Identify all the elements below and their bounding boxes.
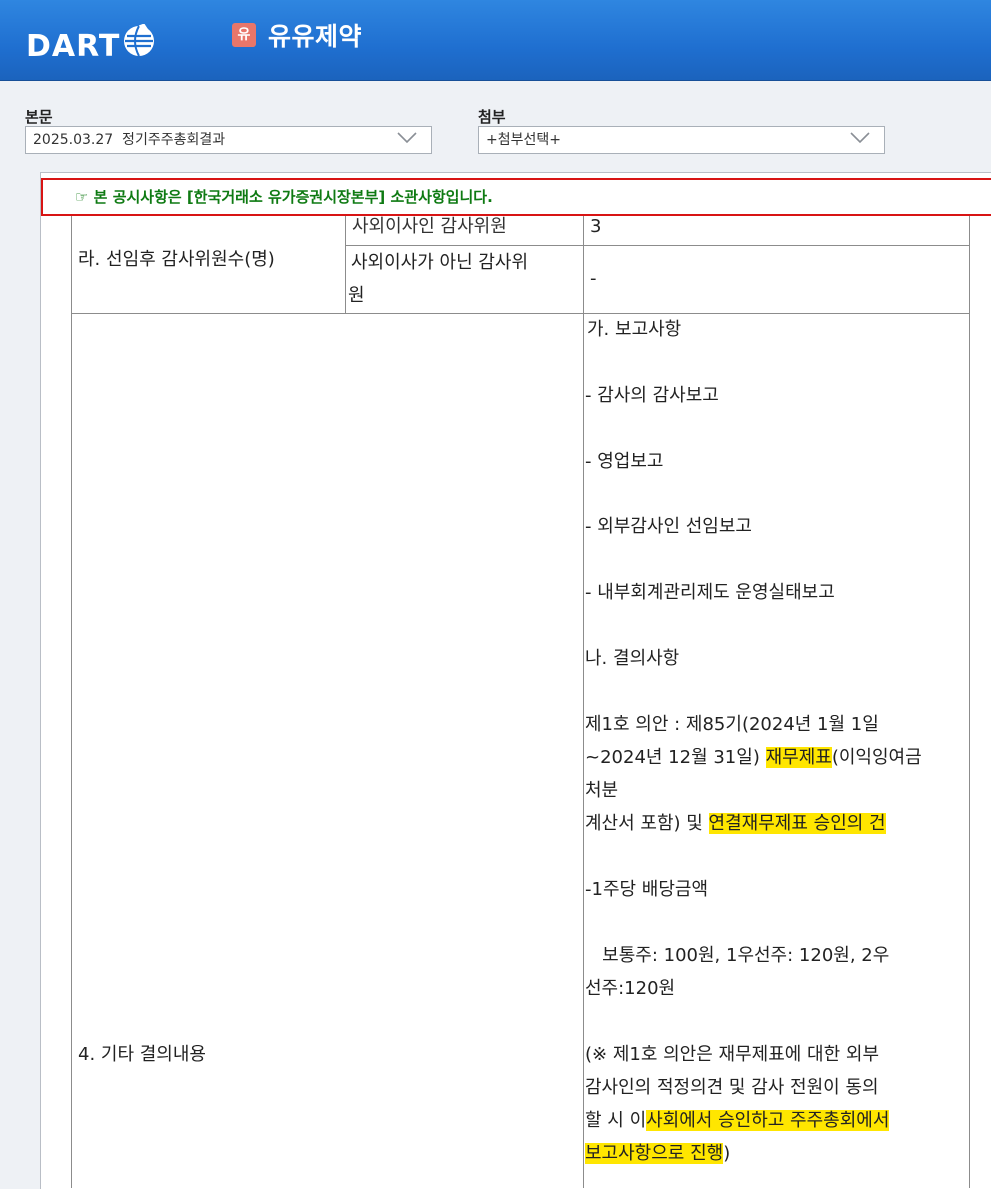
attach-select-value: +첨부선택+ (486, 132, 561, 148)
company-name[interactable]: 유유제약 (268, 17, 362, 53)
content-line: 감사인의 적정의견 및 감사 전원이 동의 (585, 1077, 879, 1098)
main-doc-select-value: 2025.03.27 정기주주총회결과 (33, 132, 226, 148)
table-cell-non-outside-label-2: 원 (348, 285, 365, 306)
jurisdiction-notice: ☞ 본 공시사항은 [한국거래소 유가증권시장본부] 소관사항입니다. (41, 178, 991, 216)
table-border-right (969, 216, 970, 1188)
table-border-value (583, 216, 584, 1188)
chevron-down-icon (850, 132, 870, 144)
table-cell-non-outside-value: - (590, 268, 597, 289)
content-line: 제1호 의안 : 제85기(2024년 1월 1일 (585, 714, 879, 735)
content-line: 보통주: 100원, 1우선주: 120원, 2우 (585, 945, 890, 966)
table-cell-non-outside-label: 사외이사가 아닌 감사위 (351, 252, 529, 273)
highlighted-term: 재무제표 (765, 747, 832, 768)
content-line: 처분 (585, 780, 619, 801)
table-row-divider (71, 313, 970, 314)
content-line: 나. 결의사항 (585, 648, 680, 669)
content-line: ~2024년 12월 31일) 재무제표(이익잉여금 (585, 741, 922, 774)
content-text: ) (723, 1143, 731, 1164)
logo-globe-icon (122, 23, 156, 67)
dart-logo[interactable]: DART (26, 22, 156, 64)
logo-text: DART (26, 29, 121, 64)
table-cell-audit-label: 라. 선임후 감사위원수(명) (78, 249, 275, 270)
content-line: - 내부회계관리제도 운영실태보고 (585, 582, 835, 603)
highlighted-term: 사회에서 승인하고 주주총회에서 (646, 1110, 890, 1131)
content-line: - 영업보고 (585, 451, 664, 472)
market-badge: 유 (232, 23, 256, 47)
content-line: - 외부감사인 선임보고 (585, 516, 752, 537)
content-text: 계산서 포함) 및 (585, 813, 709, 834)
content-line: 보고사항으로 진행) (585, 1137, 730, 1170)
main-doc-label: 본문 (25, 108, 53, 126)
top-header: DART 유 유유제약 (0, 0, 991, 81)
attach-label: 첨부 (478, 108, 506, 126)
content-text: ~2024년 12월 31일) (585, 747, 766, 768)
highlighted-term: 연결재무제표 승인의 건 (708, 813, 886, 834)
content-line: - 감사의 감사보고 (585, 385, 719, 406)
content-line: 할 시 이사회에서 승인하고 주주총회에서 (585, 1104, 890, 1137)
table-border-left (71, 216, 72, 1188)
table-border-mid (345, 216, 346, 313)
content-text: 할 시 이 (585, 1110, 647, 1131)
content-line: 계산서 포함) 및 연결재무제표 승인의 건 (585, 807, 886, 840)
chevron-down-icon (397, 132, 417, 144)
document-frame (40, 172, 991, 1189)
content-line: 선주:120원 (585, 978, 676, 999)
attach-select[interactable]: +첨부선택+ (478, 126, 885, 154)
table-cell-other-label: 4. 기타 결의내용 (78, 1044, 206, 1065)
company-title: 유 유유제약 (232, 17, 362, 53)
content-line: 가. 보고사항 (587, 319, 682, 340)
content-line: -1주당 배당금액 (585, 879, 709, 900)
main-doc-select[interactable]: 2025.03.27 정기주주총회결과 (25, 126, 432, 154)
content-text: (이익잉여금 (831, 747, 922, 768)
content-line: (※ 제1호 의안은 재무제표에 대한 외부 (585, 1044, 880, 1065)
highlighted-term: 보고사항으로 진행 (585, 1143, 724, 1164)
